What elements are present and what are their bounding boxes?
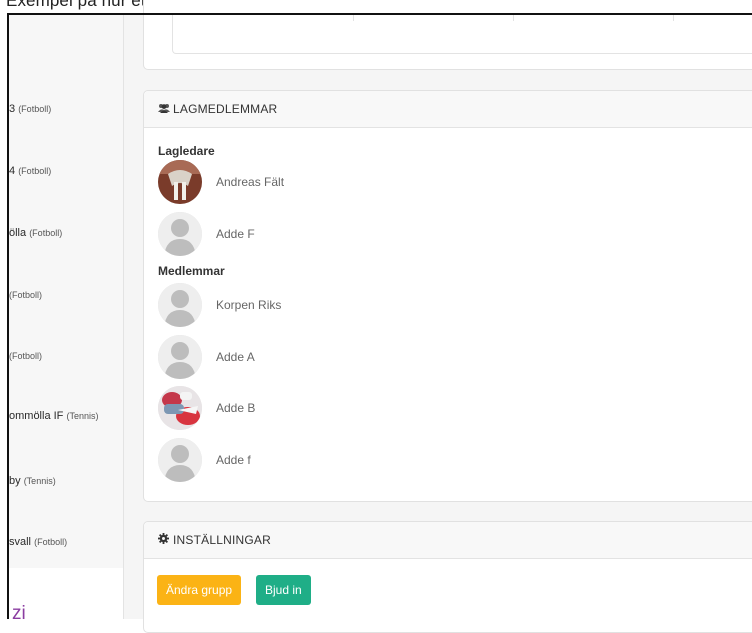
frame-border-top <box>7 13 752 15</box>
avatar[interactable] <box>158 335 202 379</box>
member-name[interactable]: Adde f <box>216 453 251 467</box>
members-panel-header: LAGMEDLEMMAR <box>144 91 752 128</box>
sidebar-item-team-5[interactable]: (Fotboll) <box>9 350 42 362</box>
member-name[interactable]: Korpen Riks <box>216 298 281 312</box>
table-divider <box>673 15 674 21</box>
avatar[interactable] <box>158 386 202 430</box>
sidebar-item-sport: (Fotboll) <box>9 351 43 361</box>
member-name[interactable]: Adde F <box>216 227 255 241</box>
avatar[interactable] <box>158 160 202 204</box>
sidebar-item-sport: (Tennis) <box>23 476 56 486</box>
sidebar-item-name: ommölla IF <box>9 410 64 422</box>
leaders-label: Lagledare <box>158 144 215 158</box>
sidebar-item-name: ölla <box>9 227 27 239</box>
sidebar-item-sport: (Fotboll) <box>18 104 52 114</box>
table-divider <box>353 15 354 21</box>
sidebar-footer <box>9 568 123 619</box>
sidebar-footer-text[interactable]: zi <box>12 603 26 625</box>
gear-icon <box>158 522 170 558</box>
sidebar-item-name: svall <box>9 536 32 548</box>
users-icon <box>158 91 170 127</box>
sidebar-item-team-2[interactable]: 4 (Fotboll) <box>9 165 51 177</box>
table-divider <box>513 15 514 21</box>
edit-group-button[interactable]: Ändra grupp <box>157 575 242 605</box>
sidebar-item-name: 3 <box>9 103 16 115</box>
avatar[interactable] <box>158 283 202 327</box>
members-panel-title: LAGMEDLEMMAR <box>173 102 278 116</box>
sidebar-item-sport: (Fotboll) <box>34 537 68 547</box>
sidebar-item-team-4[interactable]: (Fotboll) <box>9 289 42 301</box>
sidebar-item-team-7[interactable]: by (Tennis) <box>9 475 56 487</box>
members-panel: LAGMEDLEMMAR <box>143 90 752 502</box>
sidebar-item-team-1[interactable]: 3 (Fotboll) <box>9 103 51 115</box>
sidebar-item-sport: (Tennis) <box>66 411 99 421</box>
sidebar-item-sport: (Fotboll) <box>29 228 63 238</box>
members-label: Medlemmar <box>158 264 225 278</box>
sidebar-item-name: 4 <box>9 165 16 177</box>
member-name[interactable]: Adde A <box>216 350 255 364</box>
schedule-table <box>172 15 752 54</box>
sidebar-item-sport: (Fotboll) <box>18 166 52 176</box>
frame-border-left <box>7 13 9 619</box>
member-name[interactable]: Adde B <box>216 401 255 415</box>
sidebar-item-sport: (Fotboll) <box>9 290 43 300</box>
sidebar-item-name: by <box>9 475 21 487</box>
settings-panel-header: INSTÄLLNINGAR <box>144 522 752 559</box>
avatar[interactable] <box>158 212 202 256</box>
sidebar-item-team-6[interactable]: ommölla IF (Tennis) <box>9 410 98 422</box>
settings-panel-title: INSTÄLLNINGAR <box>173 533 271 547</box>
sidebar-item-team-8[interactable]: svall (Fotboll) <box>9 536 67 548</box>
member-name[interactable]: Andreas Fält <box>216 175 284 189</box>
avatar[interactable] <box>158 438 202 482</box>
sidebar-item-team-3[interactable]: ölla (Fotboll) <box>9 227 62 239</box>
invite-button[interactable]: Bjud in <box>256 575 311 605</box>
